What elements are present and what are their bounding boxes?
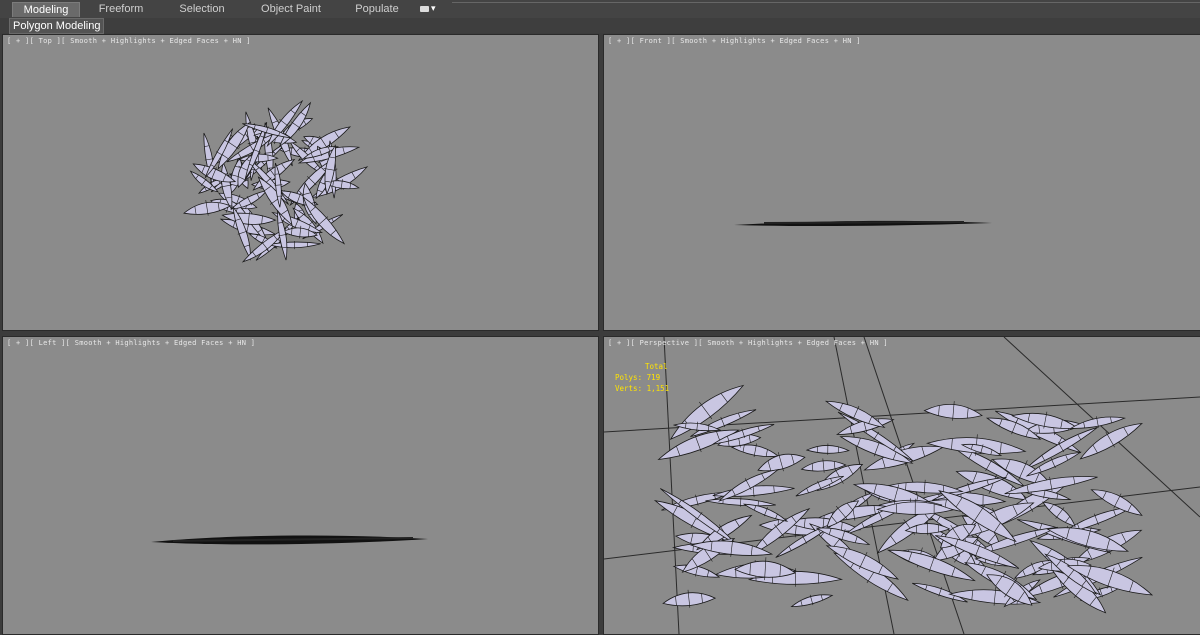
tab-modeling[interactable]: Modeling: [12, 2, 80, 17]
ribbon-options-button[interactable]: ▾: [420, 3, 440, 15]
viewport-label-perspective[interactable]: [ + ][ Perspective ][ Smooth + Highlight…: [608, 339, 888, 347]
tab-freeform[interactable]: Freeform: [90, 2, 152, 16]
tab-populate[interactable]: Populate: [350, 2, 404, 16]
left-view-mesh: [151, 535, 428, 545]
viewport-perspective[interactable]: [ + ][ Perspective ][ Smooth + Highlight…: [603, 336, 1200, 635]
front-view-mesh: [734, 220, 992, 227]
tab-object-paint[interactable]: Object Paint: [255, 2, 327, 16]
options-icon: [420, 5, 429, 12]
viewport-label-top[interactable]: [ + ][ Top ][ Smooth + Highlights + Edge…: [7, 37, 251, 45]
viewport-label-left[interactable]: [ + ][ Left ][ Smooth + Highlights + Edg…: [7, 339, 255, 347]
tab-selection[interactable]: Selection: [170, 2, 234, 16]
viewport-left[interactable]: [ + ][ Left ][ Smooth + Highlights + Edg…: [2, 336, 599, 635]
viewport-top[interactable]: [ + ][ Top ][ Smooth + Highlights + Edge…: [2, 34, 599, 331]
viewport-front[interactable]: [ + ][ Front ][ Smooth + Highlights + Ed…: [603, 34, 1200, 331]
stats-polys: Polys: 719: [615, 373, 661, 382]
top-view-mesh: [183, 99, 369, 263]
viewport-label-front[interactable]: [ + ][ Front ][ Smooth + Highlights + Ed…: [608, 37, 861, 45]
scene-statistics: Total Polys: 719 Verts: 1,151: [615, 361, 669, 394]
stats-verts: Verts: 1,151: [615, 384, 670, 393]
ribbon-tab-bar: Modeling Freeform Selection Object Paint…: [0, 0, 1200, 19]
ribbon-divider: [452, 2, 1200, 3]
ribbon-panel-bar: Polygon Modeling: [0, 18, 1200, 34]
dropdown-arrow-icon: ▾: [431, 3, 436, 13]
perspective-view-mesh: [604, 337, 1200, 634]
polygon-modeling-panel[interactable]: Polygon Modeling: [9, 18, 105, 34]
stats-header: Total: [645, 362, 668, 371]
